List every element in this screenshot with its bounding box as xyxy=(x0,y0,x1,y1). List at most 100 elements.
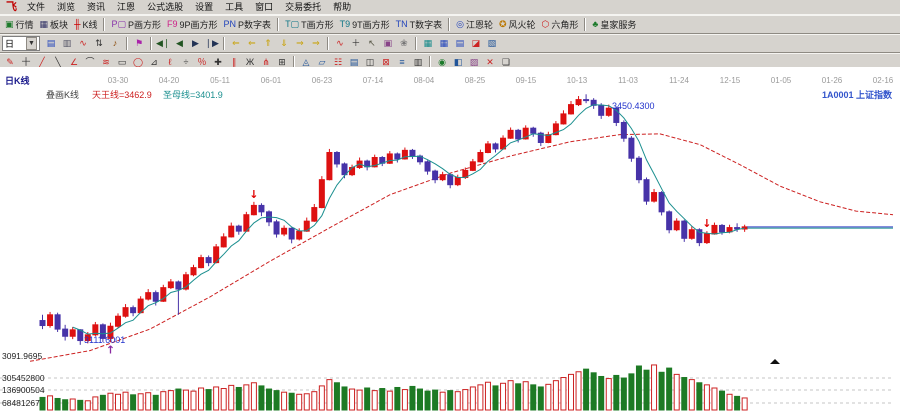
volume-bar-down xyxy=(131,395,136,410)
toolbar-button-T画方形[interactable]: T▢T画方形 xyxy=(282,17,337,32)
legend-line-1: 天王线=3462.9 xyxy=(92,90,152,100)
toolbar-button-风火轮[interactable]: ✪风火轮 xyxy=(496,17,539,32)
volume-bar-up xyxy=(387,391,392,410)
period-tool-icon-5-0[interactable]: ▦ xyxy=(421,37,435,51)
T数字表-icon: TN xyxy=(396,20,408,29)
toolbar-button-皇家服务[interactable]: ♣皇家服务 xyxy=(589,17,639,32)
period-tool-icon-3-2[interactable]: ⇑ xyxy=(261,37,275,51)
period-tool-icon-5-1[interactable]: ▦ xyxy=(437,37,451,51)
volume-bar-down xyxy=(614,375,619,410)
candle-body xyxy=(259,205,264,211)
period-tool-icon-2-0[interactable]: ◀❘ xyxy=(156,37,170,51)
date-tick-label: 08-04 xyxy=(414,76,435,85)
candle-body xyxy=(131,308,136,313)
period-tab-label[interactable]: 日K线 xyxy=(5,76,30,86)
period-tool-icon-3-0[interactable]: ⇐ xyxy=(229,37,243,51)
9T画方形-icon: T9 xyxy=(340,20,351,29)
period-tool-icon-4-2[interactable]: ↖ xyxy=(365,37,379,51)
toolbar-button-P数字表[interactable]: PNP数字表 xyxy=(221,17,275,32)
toolbar-separator xyxy=(126,37,128,50)
period-tool-icon-0-3[interactable]: ⇅ xyxy=(92,37,106,51)
toolbar-button-label: 六角形 xyxy=(551,18,578,31)
menu-bar: 飞 文件浏览资讯江恩公式选股设置工具窗口交易委托帮助 xyxy=(0,0,900,15)
menu-item-2[interactable]: 资讯 xyxy=(81,1,111,14)
toolbar-button-9P画方形[interactable]: F99P画方形 xyxy=(164,17,221,32)
period-tool-icon-4-0[interactable]: ∿ xyxy=(333,37,347,51)
volume-bar-up xyxy=(508,381,513,410)
candle-body xyxy=(206,258,211,263)
volume-bar-up xyxy=(576,372,581,410)
volume-bar-down xyxy=(206,390,211,410)
toolbar-button-label: 板块 xyxy=(50,18,68,31)
period-tool-icon-1-0[interactable]: ⚑ xyxy=(132,37,146,51)
period-tool-icon-3-3[interactable]: ⇓ xyxy=(277,37,291,51)
chevron-down-icon[interactable]: ▼ xyxy=(26,37,37,50)
candle-body xyxy=(221,237,226,247)
candlestick-chart[interactable]: 03-3004-2005-1106-0106-2307-1408-0408-25… xyxy=(0,67,900,412)
menu-item-5[interactable]: 设置 xyxy=(189,1,219,14)
candle-body xyxy=(229,226,234,237)
period-tool-icon-5-4[interactable]: ▧ xyxy=(485,37,499,51)
period-tool-icon-4-1[interactable]: ＋ xyxy=(349,37,363,51)
menu-item-7[interactable]: 窗口 xyxy=(249,1,279,14)
period-tool-icon-5-2[interactable]: ▤ xyxy=(453,37,467,51)
toolbar-button-T数字表[interactable]: TNT数字表 xyxy=(393,17,446,32)
menu-item-8[interactable]: 交易委托 xyxy=(279,1,327,14)
9P画方形-icon: F9 xyxy=(167,20,178,29)
candle-body xyxy=(387,154,392,163)
period-tool-icon-0-4[interactable]: ♪ xyxy=(108,37,122,51)
period-tool-icon-3-1[interactable]: ⇐ xyxy=(245,37,259,51)
date-tick-label: 03-30 xyxy=(108,76,129,85)
overlay-kline-label: 叠画K线 xyxy=(46,90,79,100)
toolbar-button-K线[interactable]: ╫K线 xyxy=(71,17,100,32)
volume-bar-up xyxy=(108,393,113,410)
period-tool-icon-4-4[interactable]: ❀ xyxy=(397,37,411,51)
buy-arrow-icon: ↑ xyxy=(106,343,115,356)
period-tool-icon-2-3[interactable]: ❘▶ xyxy=(204,37,218,51)
period-tool-icon-2-2[interactable]: ▶ xyxy=(188,37,202,51)
candle-body xyxy=(168,282,173,288)
volume-bar-up xyxy=(214,387,219,410)
toolbar-button-行情[interactable]: ▣行情 xyxy=(2,17,37,32)
toolbar-separator xyxy=(327,37,329,50)
toolbar-button-P画方形[interactable]: P▢P画方形 xyxy=(108,17,164,32)
period-tool-icon-0-0[interactable]: ▤ xyxy=(44,37,58,51)
volume-bar-down xyxy=(682,378,687,410)
toolbar-button-六角形[interactable]: ⬡六角形 xyxy=(539,17,582,32)
toolbar-button-板块[interactable]: ▦板块 xyxy=(37,17,72,32)
toolbar-button-9T画方形[interactable]: T99T画方形 xyxy=(337,17,393,32)
menu-item-0[interactable]: 文件 xyxy=(21,1,51,14)
date-tick-label: 06-23 xyxy=(312,76,333,85)
volume-bar-down xyxy=(267,389,272,410)
menu-item-1[interactable]: 浏览 xyxy=(51,1,81,14)
toolbar-button-label: 江恩轮 xyxy=(466,18,493,31)
date-tick-label: 11-24 xyxy=(669,76,689,85)
volume-bar-down xyxy=(531,385,536,410)
menu-item-6[interactable]: 工具 xyxy=(219,1,249,14)
volume-bar-down xyxy=(395,387,400,410)
volume-bar-up xyxy=(93,397,98,410)
volume-bar-down xyxy=(342,387,347,410)
menu-item-9[interactable]: 帮助 xyxy=(327,1,357,14)
period-tool-icon-3-5[interactable]: ⇒ xyxy=(309,37,323,51)
toolbar-button-江恩轮[interactable]: ◎江恩轮 xyxy=(453,17,496,32)
app-window: 飞 文件浏览资讯江恩公式选股设置工具窗口交易委托帮助 ▣行情▦板块╫K线P▢P画… xyxy=(0,0,900,412)
candle-body xyxy=(40,321,45,326)
candle-body xyxy=(123,308,128,317)
candle-body xyxy=(689,230,694,239)
volume-bar-up xyxy=(282,392,287,410)
period-tool-icon-2-1[interactable]: ◀ xyxy=(172,37,186,51)
period-tool-icon-3-4[interactable]: ⇒ xyxy=(293,37,307,51)
menu-item-4[interactable]: 公式选股 xyxy=(141,1,189,14)
period-tool-icon-0-1[interactable]: ▥ xyxy=(60,37,74,51)
volume-bar-down xyxy=(425,391,430,410)
period-tool-icon-4-3[interactable]: ▣ xyxy=(381,37,395,51)
period-combo[interactable]: 日 ▼ xyxy=(2,36,40,51)
period-tool-icon-5-3[interactable]: ◪ xyxy=(469,37,483,51)
chart-area[interactable]: 03-3004-2005-1106-0106-2307-1408-0408-25… xyxy=(0,67,900,412)
volume-bar-up xyxy=(319,386,324,410)
menu-item-3[interactable]: 江恩 xyxy=(111,1,141,14)
candle-body xyxy=(485,144,490,153)
candle-body xyxy=(342,164,347,175)
period-tool-icon-0-2[interactable]: ∿ xyxy=(76,37,90,51)
